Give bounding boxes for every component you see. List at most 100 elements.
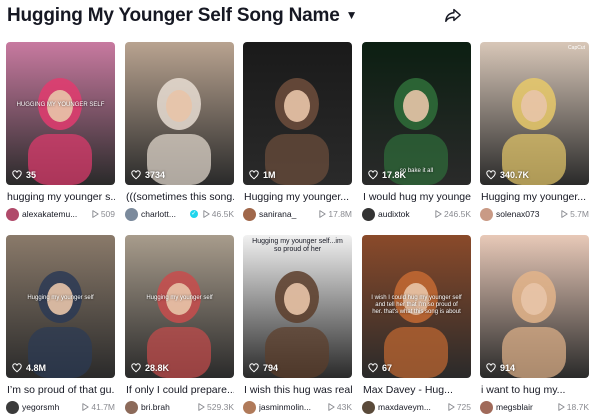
video-thumbnail[interactable]: HUGGING MY YOUNGER SELF 35 bbox=[6, 42, 115, 185]
thumbnail-image bbox=[480, 42, 589, 185]
play-count: 18.7K bbox=[558, 402, 589, 412]
video-caption[interactable]: I would hug my younge... bbox=[363, 191, 471, 203]
avatar[interactable] bbox=[480, 207, 493, 221]
heart-icon bbox=[249, 363, 259, 373]
video-caption[interactable]: (((sometimes this song... bbox=[126, 191, 234, 203]
view-count-label: 794 bbox=[263, 363, 279, 373]
video-caption[interactable]: I wish this hug was real... bbox=[244, 384, 352, 396]
video-caption[interactable]: hugging my younger s... bbox=[7, 191, 115, 203]
video-thumbnail[interactable]: I wish I could hug my younger self and t… bbox=[362, 235, 471, 378]
play-count-label: 17.8M bbox=[328, 209, 352, 219]
video-thumbnail[interactable]: CapCut 340.7K bbox=[480, 42, 589, 185]
play-count: 5.7M bbox=[561, 209, 589, 219]
video-card[interactable]: 3734 (((sometimes this song... charlott...… bbox=[125, 42, 234, 222]
avatar[interactable] bbox=[243, 400, 256, 414]
play-count: 529.3K bbox=[198, 402, 234, 412]
username[interactable]: yegorsmh bbox=[22, 402, 79, 412]
video-thumbnail[interactable]: Hugging my younger self 4.8M bbox=[6, 235, 115, 378]
username[interactable]: megsblair bbox=[496, 402, 555, 412]
play-count-label: 18.7K bbox=[566, 402, 589, 412]
video-thumbnail[interactable]: Hugging my younger self...im so proud of… bbox=[243, 235, 352, 378]
video-caption[interactable]: I’m so proud of that gu... bbox=[7, 384, 115, 396]
video-caption[interactable]: Hugging my younger... bbox=[481, 191, 589, 203]
view-count: 35 bbox=[12, 170, 36, 180]
play-count-label: 529.3K bbox=[207, 402, 234, 412]
view-count-label: 914 bbox=[500, 363, 516, 373]
thumbnail-image bbox=[125, 235, 234, 378]
video-caption[interactable]: Hugging my younger... bbox=[244, 191, 352, 203]
thumbnail-image bbox=[125, 42, 234, 185]
username[interactable]: alexakatemu... bbox=[22, 209, 89, 219]
caret-down-icon: ▼ bbox=[345, 8, 358, 22]
video-card[interactable]: Hugging my younger self...im so proud of… bbox=[243, 235, 352, 415]
video-card[interactable]: 914 i want to hug my... megsblair 18.7K bbox=[480, 235, 589, 415]
username[interactable]: charlott... bbox=[141, 209, 188, 219]
view-count: 1M bbox=[249, 170, 276, 180]
heart-icon bbox=[12, 363, 22, 373]
heart-icon bbox=[249, 170, 259, 180]
avatar[interactable] bbox=[125, 400, 138, 414]
play-icon bbox=[448, 403, 455, 411]
video-card[interactable]: so bake it all 17.8K I would hug my younge… bbox=[362, 42, 471, 222]
avatar[interactable] bbox=[6, 400, 19, 414]
view-count: 794 bbox=[249, 363, 278, 373]
username[interactable]: maxdaveym... bbox=[378, 402, 445, 412]
page-header: Hugging My Younger Self Song Name ▼ bbox=[7, 4, 587, 28]
avatar[interactable] bbox=[125, 207, 138, 221]
heart-icon bbox=[486, 170, 496, 180]
heart-icon bbox=[368, 363, 378, 373]
capcut-badge: CapCut bbox=[568, 45, 585, 51]
view-count: 4.8M bbox=[12, 363, 46, 373]
play-icon bbox=[319, 210, 327, 218]
username[interactable]: audixtok bbox=[378, 209, 432, 219]
heart-icon bbox=[131, 170, 141, 180]
username[interactable]: bri.brah bbox=[141, 402, 195, 412]
video-caption[interactable]: If only I could prepare... bbox=[126, 384, 234, 396]
view-count-label: 28.8K bbox=[145, 363, 170, 373]
play-icon bbox=[92, 210, 99, 218]
play-count: 725 bbox=[448, 402, 471, 412]
avatar[interactable] bbox=[362, 400, 375, 414]
video-caption[interactable]: Max Davey - Hug... bbox=[363, 384, 471, 396]
avatar[interactable] bbox=[362, 207, 375, 221]
verified-check-icon: ✓ bbox=[189, 210, 198, 218]
page-title: Hugging My Younger Self Song Name bbox=[7, 5, 340, 26]
video-card[interactable]: HUGGING MY YOUNGER SELF 35 hugging my youn… bbox=[6, 42, 115, 222]
avatar[interactable] bbox=[6, 207, 19, 221]
play-count-label: 509 bbox=[100, 209, 115, 219]
avatar[interactable] bbox=[480, 400, 493, 414]
share-arrow-icon[interactable] bbox=[444, 6, 462, 24]
heart-icon bbox=[486, 363, 496, 373]
thumbnail-image bbox=[243, 235, 352, 378]
username[interactable]: jasminmolin... bbox=[259, 402, 325, 412]
video-card[interactable]: CapCut 340.7K Hugging my younger... solenax… bbox=[480, 42, 589, 222]
view-count: 17.8K bbox=[368, 170, 406, 180]
video-meta: yegorsmh 41.7M bbox=[6, 400, 115, 414]
heart-icon bbox=[368, 170, 378, 180]
play-icon bbox=[198, 403, 205, 411]
view-count-label: 17.8K bbox=[382, 170, 407, 180]
video-thumbnail[interactable]: so bake it all 17.8K bbox=[362, 42, 471, 185]
video-card[interactable]: Hugging my younger self 28.8K If only I co… bbox=[125, 235, 234, 415]
video-card[interactable]: Hugging my younger self 4.8M I’m so proud … bbox=[6, 235, 115, 415]
video-meta: jasminmolin... 43K bbox=[243, 400, 352, 414]
video-thumbnail[interactable]: 3734 bbox=[125, 42, 234, 185]
play-count: 46.5K bbox=[203, 209, 234, 219]
video-thumbnail[interactable]: Hugging my younger self 28.8K bbox=[125, 235, 234, 378]
avatar[interactable] bbox=[243, 207, 256, 221]
video-card[interactable]: I wish I could hug my younger self and t… bbox=[362, 235, 471, 415]
username[interactable]: sanirana_ bbox=[259, 209, 316, 219]
view-count-label: 4.8M bbox=[26, 363, 47, 373]
play-count-label: 41.7M bbox=[91, 402, 115, 412]
video-meta: charlott... ✓ 46.5K bbox=[125, 207, 234, 221]
username[interactable]: solenax073 bbox=[496, 209, 558, 219]
video-thumbnail[interactable]: 914 bbox=[480, 235, 589, 378]
video-meta: bri.brah 529.3K bbox=[125, 400, 234, 414]
song-title-dropdown[interactable]: Hugging My Younger Self Song Name ▼ bbox=[7, 5, 357, 27]
video-card[interactable]: 1M Hugging my younger... sanirana_ 17.8M bbox=[243, 42, 352, 222]
play-count: 509 bbox=[92, 209, 115, 219]
video-thumbnail[interactable]: 1M bbox=[243, 42, 352, 185]
view-count-label: 35 bbox=[26, 170, 37, 180]
play-count-label: 46.5K bbox=[211, 209, 234, 219]
video-caption[interactable]: i want to hug my... bbox=[481, 384, 589, 396]
